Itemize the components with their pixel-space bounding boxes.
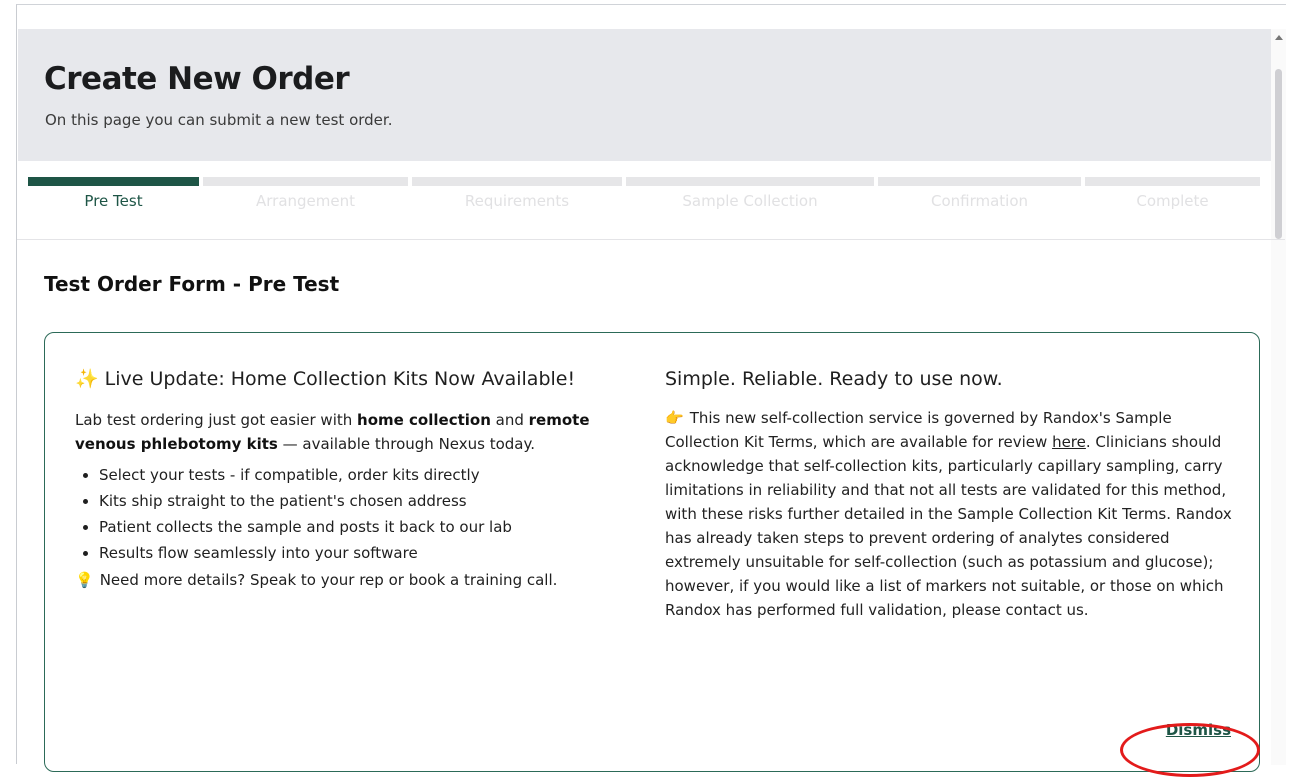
step-label: Arrangement [255,192,355,210]
page-subtitle: On this page you can submit a new test o… [45,111,393,129]
progress-stepper: Pre Test Arrangement Requirements Sample… [28,177,1260,213]
help-tip-text: Need more details? Speak to your rep or … [99,571,558,589]
form-title: Test Order Form - Pre Test [44,272,340,296]
announcement-right-column: Simple. Reliable. Ready to use now. 👉 Thi… [665,365,1240,622]
step-label: Requirements [464,192,570,210]
step-bar [878,177,1081,186]
step-bar [1085,177,1260,186]
right-heading: Simple. Reliable. Ready to use now. [665,368,1003,390]
page-title: Create New Order [44,61,350,97]
step-bar [203,177,408,186]
scrollbar-thumb[interactable] [1275,69,1282,239]
step-sample-collection[interactable]: Sample Collection [626,177,874,213]
scroll-up-icon[interactable] [1275,35,1283,40]
announcement-card: ✨ Live Update: Home Collection Kits Now A… [44,332,1260,772]
page-header: Create New Order On this page you can su… [18,29,1286,161]
annotation-highlight-circle [1120,723,1260,777]
help-tip: 💡 Need more details? Speak to your rep or… [75,568,640,592]
feature-list: Select your tests - if compatible, order… [75,462,640,566]
step-label: Sample Collection [682,192,818,210]
lightbulb-icon: 💡 [75,571,94,589]
announcement-heading: ✨ Live Update: Home Collection Kits Now A… [75,365,640,394]
pointing-hand-icon: 👉 [665,409,684,427]
terms-link[interactable]: here [1052,433,1086,451]
step-requirements[interactable]: Requirements [412,177,622,213]
intro-text-2: and [490,411,529,429]
step-label: Pre Test [84,192,143,210]
step-pre-test[interactable]: Pre Test [28,177,199,213]
step-label: Confirmation [930,192,1029,210]
step-label: Complete [1136,192,1209,210]
step-arrangement[interactable]: Arrangement [203,177,408,213]
step-bar [28,177,199,186]
list-item: Patient collects the sample and posts it… [99,514,640,540]
announcement-intro: Lab test ordering just got easier with h… [75,408,640,456]
step-bar [412,177,622,186]
step-confirmation[interactable]: Confirmation [878,177,1081,213]
terms-text-2: . Clinicians should acknowledge that sel… [665,433,1232,619]
list-item: Results flow seamlessly into your softwa… [99,540,640,566]
list-item: Kits ship straight to the patient's chos… [99,488,640,514]
intro-text-1: Lab test ordering just got easier with [75,411,358,429]
step-complete[interactable]: Complete [1085,177,1260,213]
sparkle-icon: ✨ [75,368,99,390]
intro-text-3: — available through Nexus today. [277,435,536,453]
terms-paragraph: 👉 This new self-collection service is gov… [665,406,1240,622]
intro-bold-1: home collection [357,411,491,429]
announcement-heading-text: Live Update: Home Collection Kits Now Av… [104,368,576,390]
section-divider [17,239,1285,240]
announcement-left-column: ✨ Live Update: Home Collection Kits Now A… [75,365,640,592]
step-bar [626,177,874,186]
vertical-scrollbar[interactable] [1271,29,1286,765]
list-item: Select your tests - if compatible, order… [99,462,640,488]
